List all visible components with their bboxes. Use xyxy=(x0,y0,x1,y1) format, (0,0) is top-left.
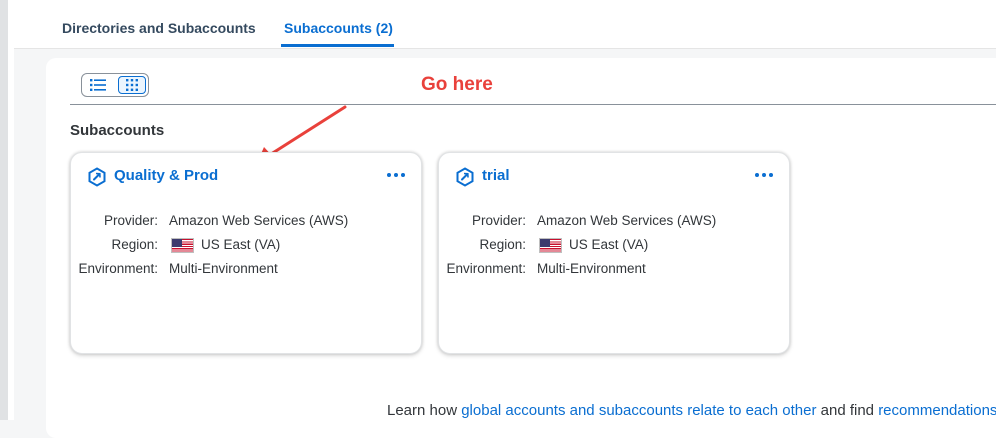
field-label: Region: xyxy=(111,237,158,252)
section-title: Subaccounts xyxy=(70,122,165,139)
view-toggle xyxy=(81,73,149,97)
more-icon xyxy=(387,173,391,177)
card-title[interactable]: Quality & Prod xyxy=(114,167,218,184)
field-label: Provider: xyxy=(471,213,526,228)
field-value: Amazon Web Services (AWS) xyxy=(169,213,349,228)
footer-help-text: Learn how global accounts and subaccount… xyxy=(387,402,996,419)
more-options-button[interactable] xyxy=(385,165,407,185)
link-global-accounts-relation[interactable]: global accounts and subaccounts relate t… xyxy=(461,402,816,419)
list-icon xyxy=(90,79,106,91)
tile-view-button[interactable] xyxy=(118,76,146,94)
field-label: Provider: xyxy=(103,213,158,228)
active-tab-indicator xyxy=(281,44,394,47)
field-label: Region: xyxy=(479,237,526,252)
link-recommendations[interactable]: recommendations xyxy=(878,402,996,419)
toolbar-divider xyxy=(70,104,996,105)
card-title[interactable]: trial xyxy=(482,167,510,184)
left-rail-gap xyxy=(8,0,14,420)
field-value: Multi-Environment xyxy=(537,261,646,276)
subaccount-card[interactable]: trial Provider: Amazon Web Services (AWS… xyxy=(438,152,790,354)
subaccount-icon xyxy=(456,167,474,187)
list-view-button[interactable] xyxy=(84,76,112,94)
subaccount-icon xyxy=(88,167,106,187)
annotation-go-here: Go here xyxy=(421,74,493,95)
more-icon xyxy=(755,173,759,177)
field-value: US East (VA) xyxy=(201,237,281,252)
tab-directories-and-subaccounts[interactable]: Directories and Subaccounts xyxy=(62,20,256,36)
field-label: Environment: xyxy=(446,261,526,276)
us-flag-icon xyxy=(171,238,194,253)
footer-middle: and find xyxy=(816,402,879,419)
tab-subaccounts[interactable]: Subaccounts (2) xyxy=(284,20,393,36)
field-value: Amazon Web Services (AWS) xyxy=(537,213,717,228)
field-value: Multi-Environment xyxy=(169,261,278,276)
left-rail xyxy=(0,0,8,420)
us-flag-icon xyxy=(539,238,562,253)
field-label: Environment: xyxy=(78,261,158,276)
more-options-button[interactable] xyxy=(753,165,775,185)
field-value: US East (VA) xyxy=(569,237,649,252)
footer-prefix: Learn how xyxy=(387,402,462,419)
tab-bar: Directories and Subaccounts Subaccounts … xyxy=(14,0,996,49)
subaccount-card[interactable]: Quality & Prod Provider: Amazon Web Serv… xyxy=(70,152,422,354)
grid-icon xyxy=(126,79,138,91)
